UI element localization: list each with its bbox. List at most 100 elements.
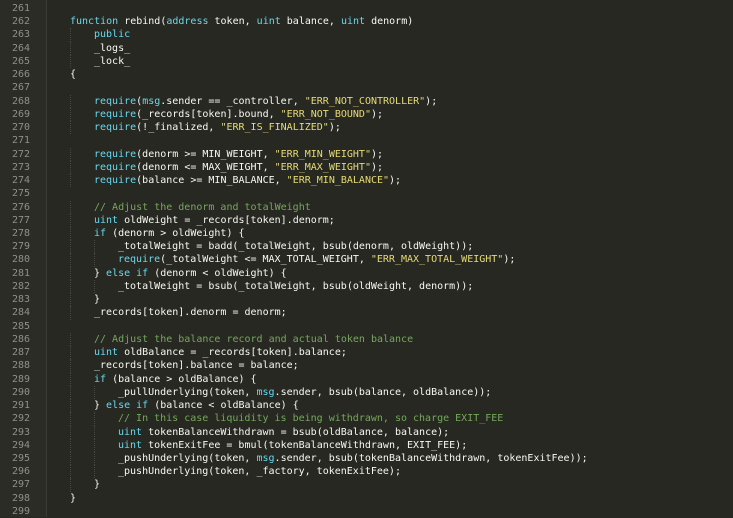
code-line[interactable]: 279 _totalWeight = badd(_totalWeight, bsu… (0, 240, 733, 254)
code-line[interactable]: 263 public (0, 28, 733, 42)
indent-guide (70, 213, 71, 227)
code-token: } (70, 492, 77, 504)
code-line[interactable]: 281} else if (denorm < oldWeight) { (0, 266, 733, 280)
code-text: uint tokenExitFee = bmul(tokenBalanceWit… (118, 439, 467, 452)
code-line[interactable]: 290 _pullUnderlying(token, msg.sender, bs… (0, 385, 733, 400)
code-line[interactable]: 292 // In this case liquidity is being wi… (0, 412, 733, 426)
indent-guide (70, 346, 71, 360)
line-number: 293 (11, 426, 30, 438)
line-number: 294 (11, 439, 30, 451)
line-number: 289 (11, 373, 30, 385)
line-number: 278 (11, 227, 30, 239)
indent-guide (94, 240, 95, 254)
line-number: 290 (11, 386, 30, 398)
indent-guide (94, 385, 95, 400)
line-number: 267 (11, 82, 30, 94)
code-line[interactable]: 272 require(denorm >= MIN_WEIGHT, "ERR_MI… (0, 147, 733, 161)
code-line[interactable]: 294 uint tokenExitFee = bmul(tokenBalance… (0, 438, 733, 452)
code-line[interactable]: 266 { (0, 68, 733, 81)
code-token: balance, (280, 16, 341, 28)
code-area[interactable]: 261 262 function rebind(address token, uin… (0, 0, 733, 518)
code-line[interactable]: 285 (0, 320, 733, 333)
code-line[interactable]: 276 // Adjust the denorm and totalWeight (0, 200, 733, 214)
code-token: else if (106, 267, 149, 279)
line-number: 272 (11, 148, 30, 160)
code-line[interactable]: 280 require(_totalWeight <= MAX_TOTAL_WEI… (0, 253, 733, 267)
code-token: (oldWeight, denorm)); (346, 280, 474, 292)
code-line[interactable]: 268 require(msg.sender == _controller, "E… (0, 94, 733, 108)
code-token: ); (425, 95, 438, 107)
code-text: _logs_ (94, 42, 130, 55)
code-text: } else if (balance < oldBalance) { (94, 399, 299, 412)
indent-guide (70, 160, 71, 175)
code-token: } (94, 400, 107, 412)
code-text: _pushUnderlying(token, msg.sender, bsub(… (118, 452, 588, 465)
code-text: _pullUnderlying(token, msg.sender, bsub(… (118, 386, 491, 399)
code-token: (denorm <= MAX_WEIGHT, (136, 161, 275, 173)
code-line[interactable]: 298} (0, 492, 733, 505)
code-text: require(denorm >= MIN_WEIGHT, "ERR_MIN_W… (94, 148, 383, 161)
code-token: _records[token].denorm = denorm; (94, 307, 287, 319)
code-token: (balance > oldBalance) { (106, 373, 257, 385)
indent-guide (94, 425, 95, 439)
code-token: ); (370, 148, 384, 160)
code-line[interactable]: 261 (0, 2, 733, 15)
indent-guide (70, 41, 71, 55)
line-number: 282 (11, 280, 30, 292)
code-token: oldWeight = _records[token].denorm; (118, 214, 335, 226)
code-editor[interactable]: 261 262 function rebind(address token, uin… (0, 0, 733, 517)
line-number: 268 (11, 95, 30, 107)
line-number: 296 (11, 466, 30, 478)
code-token: msg (142, 95, 161, 107)
code-line[interactable]: 278 if (denorm > oldWeight) { (0, 226, 733, 241)
code-line[interactable]: 275 (0, 187, 733, 200)
code-line[interactable]: 283} (0, 293, 733, 307)
code-line[interactable]: 297} (0, 478, 733, 492)
code-token: token, (208, 16, 257, 28)
code-line[interactable]: 284 _records[token].denorm = denorm; (0, 306, 733, 320)
code-line[interactable]: 264 _logs_ (0, 41, 733, 55)
code-line[interactable]: 271 (0, 134, 733, 147)
line-number: 271 (11, 135, 30, 147)
code-line[interactable]: 291} else if (balance < oldBalance) { (0, 399, 733, 413)
code-token: _pullUnderlying(token, (118, 386, 257, 398)
code-token: ); (389, 175, 402, 187)
code-line[interactable]: 262 function rebind(address token, uint b… (0, 15, 733, 28)
code-line[interactable]: 296 _pushUnderlying(token, _factory, toke… (0, 465, 733, 479)
line-number: 295 (11, 452, 30, 464)
code-text: _pushUnderlying(token, _factory, tokenEx… (118, 465, 401, 478)
line-number: 273 (11, 161, 30, 173)
code-line[interactable]: 286 // Adjust the balance record and actu… (0, 332, 733, 347)
code-token: msg (256, 452, 275, 464)
indent-guide (70, 94, 71, 108)
code-line[interactable]: 277 uint oldWeight = _records[token].deno… (0, 213, 733, 227)
indent-guide (70, 412, 71, 426)
code-line[interactable]: 295 _pushUnderlying(token, msg.sender, bs… (0, 451, 733, 466)
code-token: .sender, (274, 452, 329, 464)
code-line[interactable]: 287 uint oldBalance = _records[token].bal… (0, 346, 733, 360)
line-number: 288 (11, 360, 30, 372)
code-line[interactable]: 293 uint tokenBalanceWithdrawn = bsub(old… (0, 425, 733, 439)
code-token: oldBalance = _records[token].balance; (118, 347, 347, 359)
code-token: (balance >= MIN_BALANCE, (136, 175, 287, 187)
indent-guide (70, 121, 71, 135)
code-line[interactable]: 288 _records[token].balance = balance; (0, 359, 733, 373)
code-token: denorm) (365, 16, 414, 28)
indent-guide (70, 253, 71, 267)
code-token: } (94, 294, 101, 306)
code-token: { (70, 69, 77, 81)
code-text: } (94, 293, 100, 306)
code-line[interactable]: 299 (0, 505, 733, 518)
code-line[interactable]: 270 require(!_finalized, "ERR_IS_FINALIZE… (0, 121, 733, 135)
code-token: (balance < oldBalance) { (148, 400, 299, 412)
code-line[interactable]: 265 _lock_ (0, 54, 733, 69)
code-token: require (94, 95, 137, 107)
code-line[interactable]: 273 require(denorm <= MAX_WEIGHT, "ERR_MA… (0, 160, 733, 175)
code-line[interactable]: 269 require(_records[token].bound, "ERR_N… (0, 107, 733, 122)
indent-guide (94, 438, 95, 452)
code-line[interactable]: 274 require(balance >= MIN_BALANCE, "ERR_… (0, 174, 733, 188)
code-line[interactable]: 267 (0, 81, 733, 94)
indent-guide (70, 54, 71, 69)
code-line[interactable]: 289 if (balance > oldBalance) { (0, 372, 733, 386)
code-line[interactable]: 282 _totalWeight = bsub(_totalWeight, bsu… (0, 279, 733, 294)
